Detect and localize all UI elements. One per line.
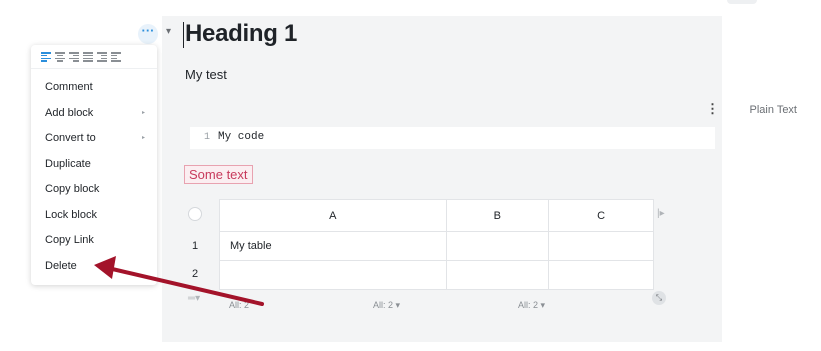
highlighted-text[interactable]: Some text: [184, 165, 253, 184]
menu-item-label: Add block: [45, 106, 94, 119]
column-summary-a[interactable]: All: 2: [229, 300, 249, 310]
menu-item-delete[interactable]: Delete: [31, 254, 157, 280]
page: ··· ▾ Heading 1 My test Plain Text ⋮ 1 M…: [0, 0, 821, 351]
align-center-icon[interactable]: [55, 52, 65, 62]
menu-item-convert-to[interactable]: Convert to ▸: [31, 126, 157, 152]
menu-item-label: Duplicate: [45, 157, 91, 170]
column-summary-c[interactable]: All: 2 ▾: [518, 300, 545, 311]
code-language-selector[interactable]: Plain Text: [750, 104, 798, 116]
menu-item-comment[interactable]: Comment: [31, 75, 157, 101]
table-cell[interactable]: [219, 260, 447, 290]
outdent-icon[interactable]: [111, 52, 121, 62]
align-left-icon[interactable]: [41, 52, 51, 62]
menu-item-copy-block[interactable]: Copy block: [31, 177, 157, 203]
add-column-icon[interactable]: |▸: [657, 208, 665, 219]
table-cell[interactable]: My table: [219, 231, 447, 261]
data-table: A B C My table: [219, 199, 654, 290]
table-resize-icon[interactable]: ⤡: [652, 291, 666, 305]
table-cell[interactable]: [548, 260, 654, 290]
menu-item-label: Copy block: [45, 183, 100, 195]
column-header-b[interactable]: B: [445, 199, 550, 232]
table-cell[interactable]: [445, 231, 550, 261]
table-cell[interactable]: [548, 231, 654, 261]
table-header-row: A B C: [219, 199, 654, 232]
code-text[interactable]: My code: [218, 131, 264, 143]
table-row: My table: [219, 231, 654, 261]
paragraph[interactable]: My test: [185, 67, 227, 82]
menu-item-lock-block[interactable]: Lock block: [31, 203, 157, 229]
chevron-down-icon: ▾: [540, 300, 546, 310]
heading-1[interactable]: Heading 1: [185, 20, 297, 48]
table-row: [219, 260, 654, 290]
add-row-icon[interactable]: ═▾: [188, 293, 200, 304]
code-line-number: 1: [204, 132, 211, 143]
menu-item-label: Lock block: [45, 208, 97, 221]
align-justify-icon[interactable]: [83, 52, 93, 62]
row-number[interactable]: 1: [192, 240, 198, 252]
summary-label: All: 2: [373, 300, 394, 310]
menu-item-label: Convert to: [45, 132, 96, 144]
summary-label: All: 2: [518, 300, 539, 310]
menu-item-label: Copy Link: [45, 234, 94, 246]
column-header-a[interactable]: A: [219, 199, 447, 232]
block-context-menu: Comment Add block ▸ Convert to ▸ Duplicate…: [31, 45, 157, 285]
column-summary-b[interactable]: All: 2 ▾: [373, 300, 400, 311]
alignment-toolbar: [31, 45, 157, 69]
column-header-c[interactable]: C: [548, 199, 654, 232]
align-right-icon[interactable]: [69, 52, 79, 62]
code-menu-icon[interactable]: ⋮: [706, 101, 719, 117]
menu-item-label: Comment: [45, 81, 93, 93]
summary-label: All: 2: [229, 300, 250, 310]
chevron-right-icon: ▸: [141, 109, 145, 116]
menu-item-copy-link[interactable]: Copy Link: [31, 228, 157, 254]
text-cursor: [183, 22, 184, 48]
indent-icon[interactable]: [97, 52, 107, 62]
chevron-right-icon: ▸: [141, 135, 145, 141]
menu-item-duplicate[interactable]: Duplicate: [31, 152, 157, 178]
menu-item-label: Delete: [45, 259, 77, 272]
table-select-all-handle[interactable]: [188, 207, 202, 221]
collapse-caret-icon[interactable]: ▾: [166, 26, 171, 37]
block-more-button[interactable]: ···: [138, 24, 158, 44]
row-number[interactable]: 2: [192, 268, 198, 280]
table-cell[interactable]: [445, 260, 550, 290]
code-area[interactable]: [190, 127, 715, 149]
chevron-down-icon: ▾: [395, 300, 401, 310]
menu-item-add-block[interactable]: Add block ▸: [31, 101, 157, 127]
top-nub: [727, 0, 757, 4]
